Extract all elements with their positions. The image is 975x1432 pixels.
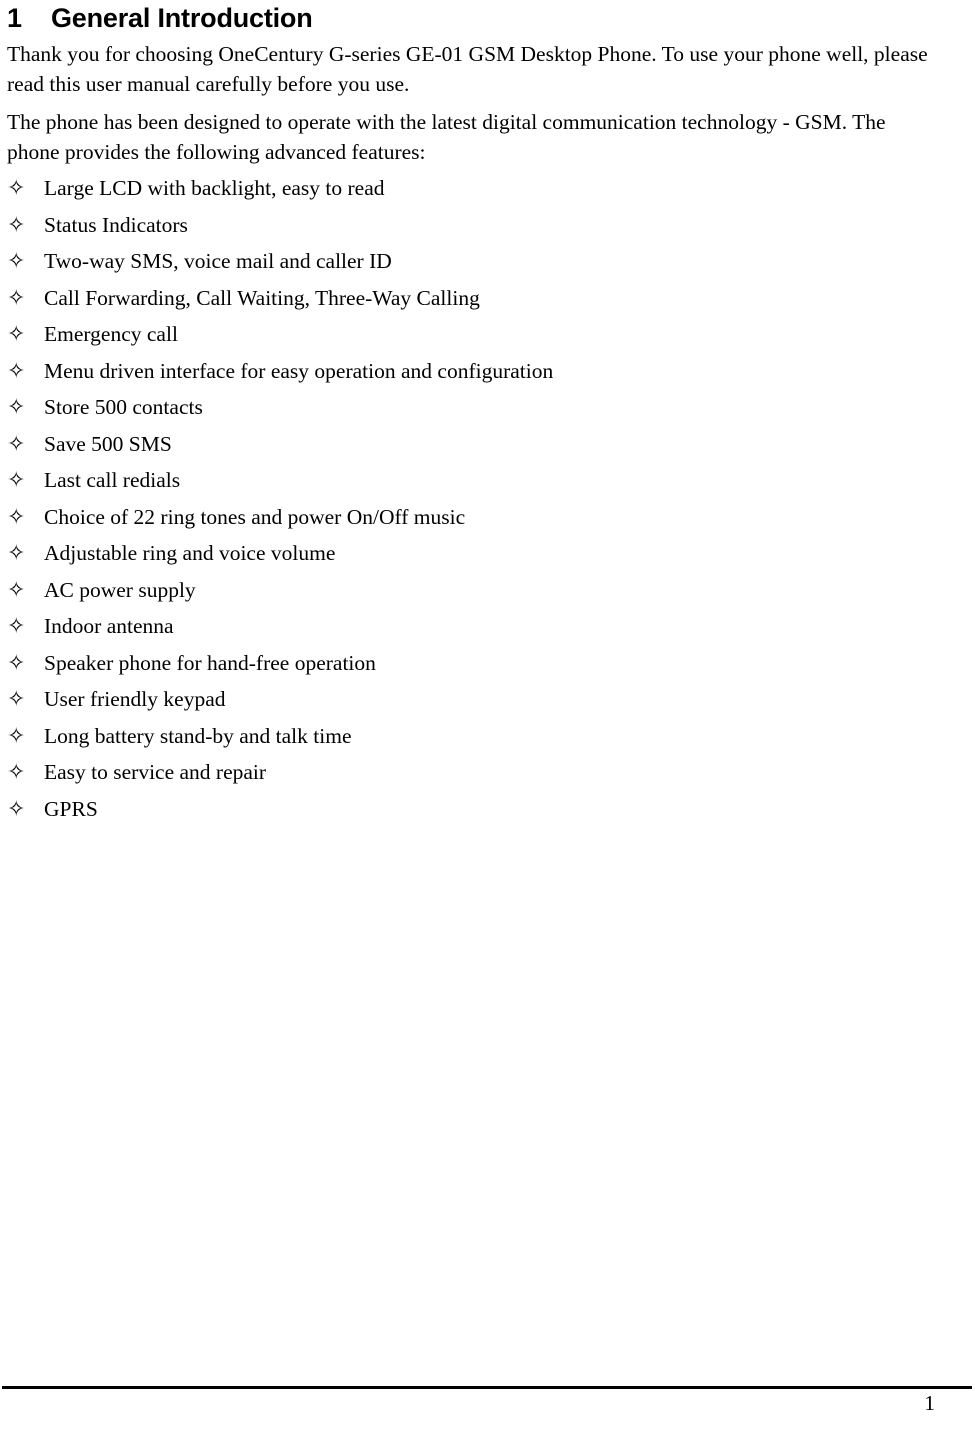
list-item: ✧ Last call redials — [7, 469, 939, 506]
page-number: 1 — [924, 1391, 935, 1415]
feature-label: Emergency call — [44, 322, 178, 346]
list-item: ✧ AC power supply — [7, 577, 939, 616]
list-item: ✧ Large LCD with backlight, easy to read — [7, 177, 939, 214]
diamond-bullet-icon: ✧ — [7, 796, 26, 822]
feature-label: Adjustable ring and voice volume — [44, 541, 336, 565]
feature-label: Call Forwarding, Call Waiting, Three-Way… — [44, 285, 480, 310]
diamond-bullet-icon: ✧ — [7, 577, 26, 603]
list-item: ✧ Emergency call — [7, 323, 939, 360]
diamond-bullet-icon: ✧ — [7, 541, 26, 566]
diamond-bullet-icon: ✧ — [7, 431, 26, 457]
list-item: ✧ Status Indicators — [7, 212, 939, 251]
page-footer: 1 — [0, 1386, 975, 1432]
diamond-bullet-icon: ✧ — [7, 614, 26, 639]
footer-divider — [2, 1386, 972, 1389]
feature-label: Choice of 22 ring tones and power On/Off… — [44, 504, 466, 529]
diamond-bullet-icon: ✧ — [7, 176, 26, 201]
diamond-bullet-icon: ✧ — [7, 650, 26, 676]
list-item: ✧ User friendly keypad — [7, 688, 939, 725]
feature-label: Indoor antenna — [44, 614, 174, 638]
list-item: ✧ Choice of 22 ring tones and power On/O… — [7, 504, 939, 543]
feature-label: Store 500 contacts — [44, 395, 203, 419]
feature-label: Save 500 SMS — [44, 431, 172, 456]
diamond-bullet-icon: ✧ — [7, 504, 26, 530]
diamond-bullet-icon: ✧ — [7, 687, 26, 712]
diamond-bullet-icon: ✧ — [7, 212, 26, 238]
document-page: 1 General Introduction Thank you for choo… — [0, 0, 975, 1432]
intro-paragraph-2: The phone has been designed to operate w… — [7, 110, 886, 164]
list-item: ✧ Indoor antenna — [7, 615, 939, 652]
heading-section-number: 1 — [7, 3, 22, 33]
list-item: ✧ Save 500 SMS — [7, 431, 939, 470]
feature-label: Speaker phone for hand-free operation — [44, 650, 376, 675]
feature-label: User friendly keypad — [44, 687, 226, 711]
diamond-bullet-icon: ✧ — [7, 723, 26, 749]
feature-label: Status Indicators — [44, 212, 188, 237]
list-item: ✧ Speaker phone for hand-free operation — [7, 650, 939, 689]
feature-label: GPRS — [44, 796, 98, 821]
list-item: ✧ Adjustable ring and voice volume — [7, 542, 939, 579]
list-item: ✧ Menu driven interface for easy operati… — [7, 358, 939, 397]
diamond-bullet-icon: ✧ — [7, 358, 26, 384]
feature-label: Menu driven interface for easy operation… — [44, 358, 554, 383]
list-item: ✧ Call Forwarding, Call Waiting, Three-W… — [7, 285, 939, 324]
diamond-bullet-icon: ✧ — [7, 395, 26, 420]
list-item: ✧ GPRS — [7, 796, 939, 835]
feature-label: Easy to service and repair — [44, 760, 267, 784]
diamond-bullet-icon: ✧ — [7, 322, 26, 347]
diamond-bullet-icon: ✧ — [7, 249, 26, 274]
feature-label: Last call redials — [44, 468, 181, 492]
diamond-bullet-icon: ✧ — [7, 760, 26, 785]
diamond-bullet-icon: ✧ — [7, 468, 26, 493]
feature-label: Long battery stand-by and talk time — [44, 723, 352, 748]
page-title: 1 General Introduction — [7, 0, 939, 34]
list-item: ✧ Easy to service and repair — [7, 761, 939, 798]
feature-label: Two-way SMS, voice mail and caller ID — [44, 249, 392, 273]
feature-label: AC power supply — [44, 577, 196, 602]
list-item: ✧ Two-way SMS, voice mail and caller ID — [7, 250, 939, 287]
feature-label: Large LCD with backlight, easy to read — [44, 176, 385, 200]
diamond-bullet-icon: ✧ — [7, 285, 26, 311]
feature-list: ✧ Large LCD with backlight, easy to read… — [7, 177, 939, 834]
list-item: ✧ Store 500 contacts — [7, 396, 939, 433]
heading-section-title: General Introduction — [51, 3, 313, 33]
intro-paragraph-1: Thank you for choosing OneCentury G-seri… — [7, 42, 928, 96]
list-item: ✧ Long battery stand-by and talk time — [7, 723, 939, 762]
page-content: 1 General Introduction Thank you for choo… — [7, 0, 939, 834]
